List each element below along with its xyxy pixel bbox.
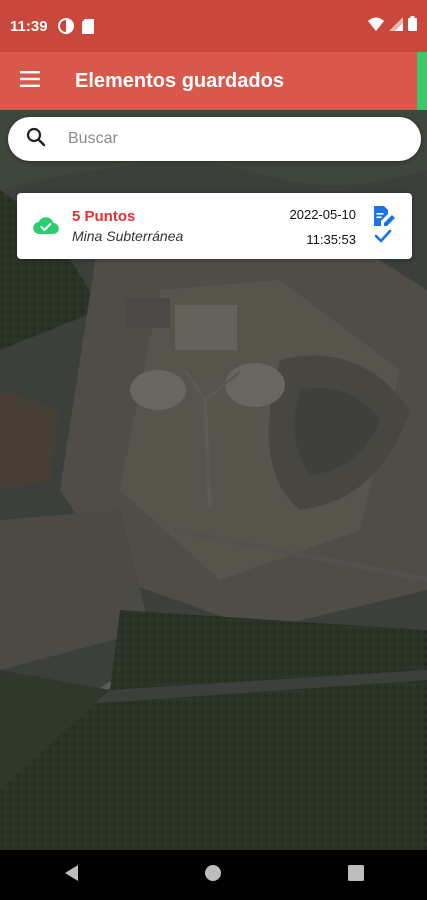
item-date: 2022-05-10 (289, 207, 357, 222)
search-icon[interactable] (26, 127, 46, 152)
sd-card-icon (81, 18, 94, 34)
cloud-check-icon (33, 215, 59, 240)
hamburger-menu-icon (20, 70, 40, 92)
green-edge-indicator (417, 52, 427, 110)
edit-document-icon[interactable] (372, 205, 396, 232)
item-subtitle: Mina Subterránea (72, 228, 184, 244)
saved-item-card[interactable]: 5 Puntos Mina Subterránea 2022-05-10 11:… (17, 193, 412, 259)
item-title: 5 Puntos (72, 208, 136, 225)
item-time: 11:35:53 (306, 232, 356, 247)
menu-button[interactable] (0, 52, 60, 110)
back-icon (63, 864, 79, 887)
status-bar: 11:39 (0, 0, 427, 52)
recents-icon (347, 864, 364, 886)
app-bar: Elementos guardados (0, 52, 427, 110)
check-icon[interactable] (374, 229, 392, 248)
battery-icon (408, 16, 417, 36)
status-time: 11:39 (10, 17, 48, 35)
page-title: Elementos guardados (75, 69, 284, 92)
home-icon (204, 864, 222, 887)
search-bar (8, 117, 421, 161)
signal-icon (389, 16, 403, 36)
home-button[interactable] (183, 850, 243, 900)
search-input[interactable] (66, 129, 370, 149)
wifi-icon (368, 17, 384, 36)
system-navigation-bar (0, 850, 427, 900)
data-saver-icon (57, 18, 74, 34)
recents-button[interactable] (326, 850, 386, 900)
back-button[interactable] (41, 850, 101, 900)
